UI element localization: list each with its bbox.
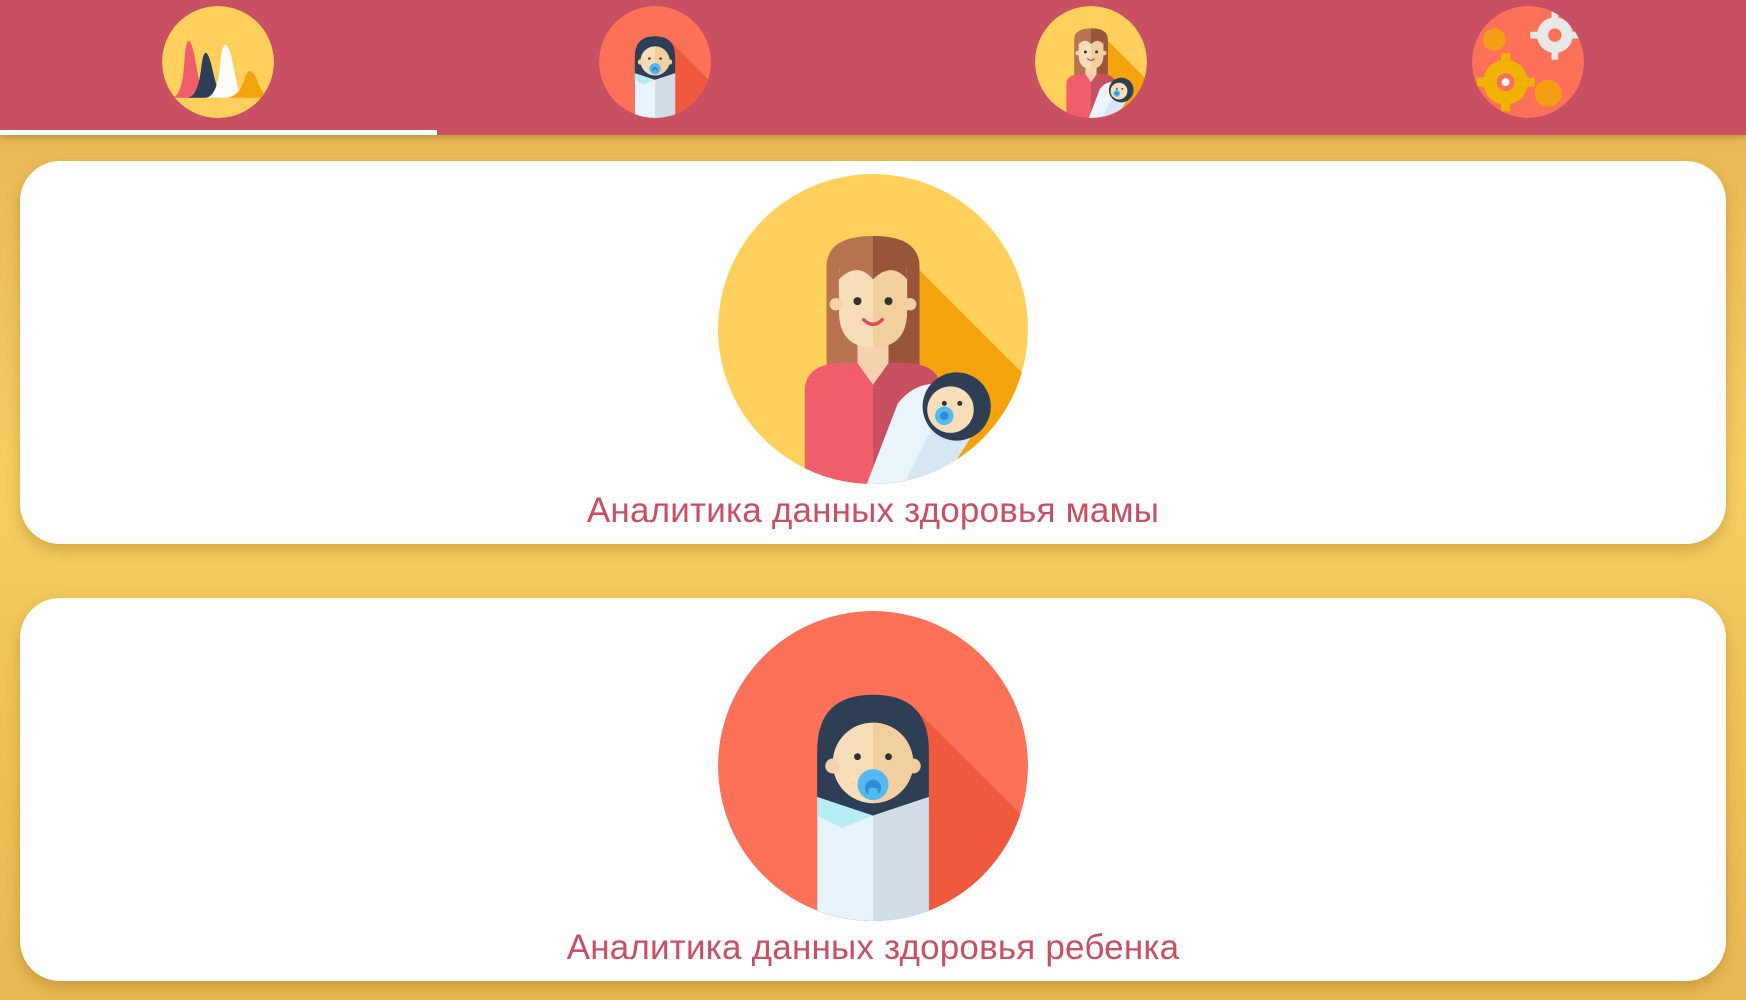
tab-mom[interactable] [873, 0, 1310, 135]
mother-with-baby-icon [718, 174, 1028, 484]
mom-health-analytics-card[interactable]: Аналитика данных здоровья мамы [20, 161, 1726, 544]
tab-bar [0, 0, 1746, 135]
analytics-chart-icon [162, 6, 274, 118]
mom-card-label: Аналитика данных здоровья мамы [586, 491, 1160, 530]
baby-icon [599, 6, 711, 118]
tab-child[interactable] [437, 0, 874, 135]
child-card-label: Аналитика данных здоровья ребенка [566, 928, 1180, 967]
active-tab-indicator [0, 130, 437, 135]
mother-with-baby-icon [1035, 6, 1147, 118]
analytics-content: Аналитика данных здоровья мамы Аналитика… [0, 135, 1746, 1000]
mother-illustration [718, 174, 1028, 484]
baby-illustration [718, 611, 1028, 921]
settings-gears-icon [1472, 6, 1584, 118]
tab-settings[interactable] [1310, 0, 1746, 135]
child-health-analytics-card[interactable]: Аналитика данных здоровья ребенка [20, 598, 1726, 981]
tab-analytics[interactable] [0, 0, 437, 135]
baby-icon [718, 611, 1028, 921]
